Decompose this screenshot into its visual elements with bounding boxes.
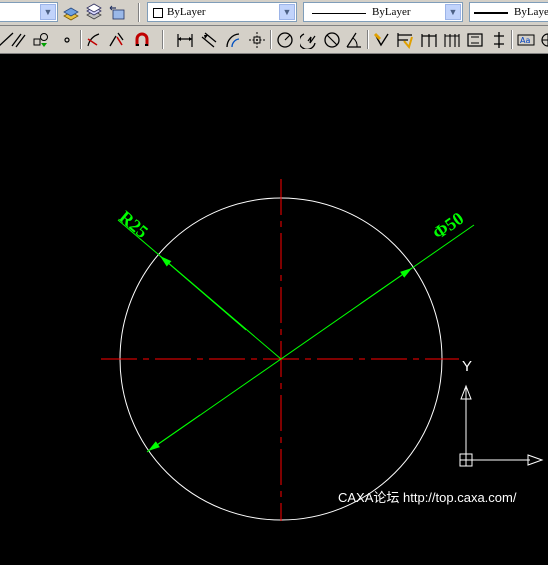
color-swatch: [153, 8, 163, 18]
diameter-label: Φ50: [429, 208, 467, 243]
ucs-icon: Y: [459, 358, 544, 467]
forum-watermark: CAXA论坛 http://top.caxa.com/: [338, 490, 517, 505]
quick-leader-icon[interactable]: [443, 31, 461, 49]
dimension-text-edit-icon[interactable]: [539, 31, 548, 49]
dimension-edit-icon[interactable]: Aa: [517, 31, 535, 49]
center-mark-icon[interactable]: [490, 31, 508, 49]
radius-label: R25: [115, 207, 152, 242]
chevron-down-icon[interactable]: ▼: [279, 4, 295, 20]
color-value: ByLayer: [167, 6, 206, 18]
jogged-dimension-icon[interactable]: [300, 31, 318, 49]
linear-dimension-icon[interactable]: [176, 31, 194, 49]
tolerance-icon[interactable]: [466, 31, 484, 49]
ordinate-dimension-icon[interactable]: [248, 31, 266, 49]
layer-states-icon[interactable]: [62, 4, 80, 22]
aligned-dimension-icon[interactable]: [200, 31, 218, 49]
radius-dimension[interactable]: R25: [115, 207, 282, 360]
point-icon[interactable]: [58, 31, 76, 49]
linetype-dropdown[interactable]: ByLayer ▼: [303, 2, 463, 22]
chevron-down-icon[interactable]: ▼: [445, 4, 461, 20]
chain-icon[interactable]: [32, 31, 50, 49]
chevron-down-icon[interactable]: ▼: [40, 4, 56, 20]
color-dropdown[interactable]: ByLayer ▼: [147, 2, 297, 22]
continue-dimension-icon[interactable]: [420, 31, 438, 49]
arc-length-dimension-icon[interactable]: [224, 31, 242, 49]
layer-icon[interactable]: [85, 3, 103, 21]
magnet-icon[interactable]: [133, 31, 151, 49]
break-icon[interactable]: [108, 31, 126, 49]
ucs-y-label: Y: [462, 358, 472, 375]
radius-dimension-icon[interactable]: [276, 31, 294, 49]
trim-icon[interactable]: [85, 31, 103, 49]
diameter-dimension-icon[interactable]: [323, 31, 341, 49]
parallel-line-icon[interactable]: [10, 31, 28, 49]
lineweight-preview: [474, 12, 508, 14]
layer-dropdown[interactable]: ▼: [0, 2, 58, 22]
linetype-value: ByLayer: [372, 6, 411, 18]
diameter-dimension[interactable]: Φ50: [146, 208, 475, 453]
lineweight-dropdown[interactable]: ByLayer: [469, 2, 548, 22]
layer-previous-icon[interactable]: [108, 4, 126, 22]
draw-dimension-toolbar: Aa: [0, 26, 548, 54]
baseline-dimension-icon[interactable]: [396, 31, 414, 49]
quick-dimension-icon[interactable]: [373, 31, 391, 49]
properties-toolbar: ▼ ByLayer ▼ ByLayer ▼ ByLayer: [0, 0, 548, 26]
lineweight-value: ByLayer: [514, 6, 548, 18]
linetype-preview: [312, 13, 366, 14]
svg-text:Aa: Aa: [520, 36, 530, 45]
angular-dimension-icon[interactable]: [345, 31, 363, 49]
